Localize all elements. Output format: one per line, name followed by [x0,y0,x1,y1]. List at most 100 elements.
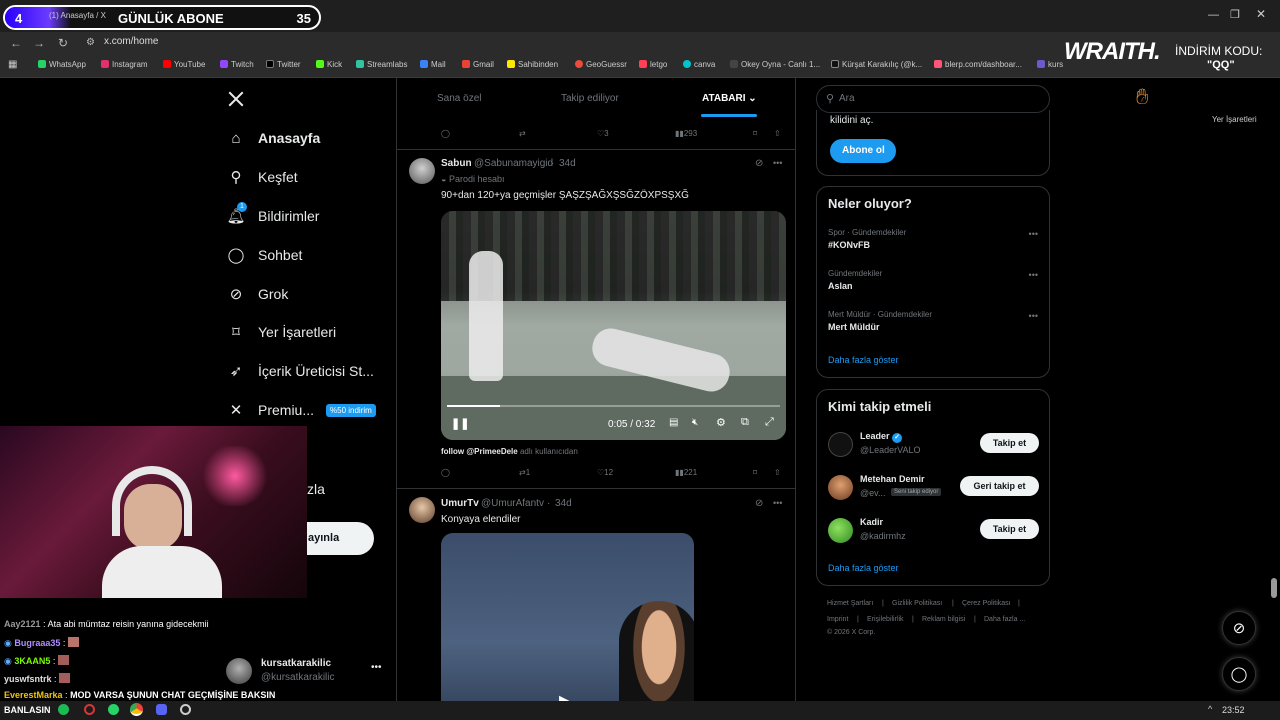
bookmark-kurs[interactable]: kurs [1037,60,1063,69]
bookmark-blerp[interactable]: blerp.com/dashboar... [934,60,1022,69]
avatar[interactable] [828,432,853,457]
bookmark-icon[interactable]: ⌑ [753,129,757,138]
subscribe-button[interactable]: Abone ol [830,139,896,163]
bookmark-youtube[interactable]: YouTube [163,60,205,69]
more-icon[interactable]: ••• [1029,311,1038,321]
more-icon[interactable]: ••• [773,158,782,168]
bookmark-whatsapp[interactable]: WhatsApp [38,60,86,69]
trend-item[interactable]: #KONvFB [828,240,870,250]
footer-link[interactable]: Daha fazla ... [984,616,1025,623]
trend-item[interactable]: Aslan [828,281,853,291]
tab-for-you[interactable]: Sana özel [437,93,481,104]
tweet-time[interactable]: 34d [555,498,572,509]
tweet-video[interactable]: ❚❚ 0:05 / 0:32 ▤ 🔇︎ ⚙ ⧉ ⤢ [441,211,786,440]
video-progress-track[interactable] [447,405,780,407]
grok-icon[interactable]: ⊘ [755,498,763,509]
more-icon[interactable]: ••• [1029,229,1038,239]
share-icon[interactable]: ⇧ [774,468,781,477]
footer-link[interactable]: Reklam bilgisi [922,616,965,623]
bookmark-geoguessr[interactable]: GeoGuessr [575,60,627,69]
bookmark-instagram[interactable]: Instagram [101,60,148,69]
footer-link[interactable]: Gizlilik Politikası [892,600,942,607]
bookmark-streamlabs[interactable]: Streamlabs [356,60,407,69]
forward-icon[interactable]: → [33,36,45,50]
spotify-icon[interactable] [58,704,69,715]
sidebar-item-notifications[interactable]: 🔔︎ 1 Bildirimler [226,202,319,227]
chat-user[interactable]: BANLASIN [4,705,51,715]
footer-link[interactable]: Hizmet Şartları [827,600,873,607]
pause-icon[interactable]: ❚❚ [451,417,469,430]
sidebar-item-home[interactable]: ⌂ Anasayfa [226,127,320,149]
bookmark-canva[interactable]: canva [683,60,715,69]
captions-icon[interactable]: ▤ [669,417,678,428]
bookmark-twitter[interactable]: Twitter [266,60,301,69]
avatar[interactable] [409,158,435,184]
maximize-icon[interactable]: ❐ [1230,8,1240,21]
trend-item[interactable]: Mert Müldür [828,322,880,332]
tweet-author-name[interactable]: Sabun [441,158,472,169]
bookmark-tiktok[interactable]: Kürşat Karakılıç (@k... [831,60,922,69]
chat-user[interactable]: yuswfsntrk [4,674,52,684]
retweet-icon[interactable]: ⇄ [519,129,526,138]
views-button[interactable]: ▮▮ 221 [675,468,697,477]
bookmark-sahibinden[interactable]: Sahibinden [507,60,558,69]
search-input[interactable]: ⚲ Ara [816,85,1050,113]
caption-link[interactable]: follow @PrimeeDele [441,447,518,456]
browser-tab-title[interactable]: (1) Anasayfa / X [49,11,106,20]
mute-icon[interactable]: 🔇︎ [692,417,698,428]
account-switcher[interactable]: kursatkarakilic @kursatkarakilic ••• [226,656,386,686]
back-icon[interactable]: ← [10,36,22,50]
show-more-link[interactable]: Daha fazla göster [828,563,899,573]
share-icon[interactable]: ⇧ [774,129,781,138]
x-logo-icon[interactable] [227,90,245,108]
site-info-icon[interactable]: ⚙ [86,37,95,48]
show-more-link[interactable]: Daha fazla göster [828,355,899,365]
avatar[interactable] [828,518,853,543]
reply-icon[interactable]: ◯ [441,468,450,477]
more-icon[interactable]: ••• [371,662,382,673]
chrome-icon[interactable] [130,703,143,716]
chat-user[interactable]: Aay2121 [4,619,41,629]
bookmark-icon[interactable]: ⌑ [753,468,757,477]
footer-link[interactable]: Erişilebilirlik [867,616,904,623]
pip-icon[interactable]: ⧉ [741,416,749,429]
messages-button[interactable]: ◯ [1222,657,1256,691]
chat-user[interactable]: 3KAAN5 [14,656,50,666]
whatsapp-icon[interactable] [108,704,119,715]
sidebar-item-creator-studio[interactable]: ➶ İçerik Üreticisi St... [226,360,374,382]
follow-button[interactable]: Takip et [980,433,1039,453]
footer-link[interactable]: Çerez Politikası [962,600,1011,607]
retweet-button[interactable]: ⇄ 1 [519,468,530,477]
sidebar-item-grok[interactable]: ⊘ Grok [226,283,289,305]
tweet-author-handle[interactable]: @Sabunamayigid [474,158,553,169]
bookmark-mail[interactable]: Mail [420,60,446,69]
reply-icon[interactable]: ◯ [441,129,450,138]
settings-icon[interactable]: ⚙ [716,416,726,429]
bookmark-twitch[interactable]: Twitch [220,60,254,69]
bookmark-letgo[interactable]: letgo [639,60,667,69]
chat-user[interactable]: EverestMarka [4,690,63,700]
close-icon[interactable]: ✕ [1256,7,1266,21]
more-icon[interactable]: ••• [773,498,782,508]
like-button[interactable]: ♡ 3 [597,129,609,138]
obs-icon[interactable] [180,704,191,715]
avatar[interactable] [828,475,853,500]
grok-icon[interactable]: ⊘ [755,158,763,169]
tweet-time[interactable]: 34d [559,158,576,169]
tab-atabari[interactable]: ATABARI ⌄ [702,93,757,104]
chat-user[interactable]: Bugraaa35 [14,638,60,648]
reload-icon[interactable]: ↻ [58,36,68,50]
suggestion-name[interactable]: Kadir [860,517,883,527]
tab-following[interactable]: Takip ediliyor [561,93,619,104]
views-button[interactable]: ▮▮ 293 [675,129,697,138]
sidebar-item-explore[interactable]: ⚲ Keşfet [226,166,298,188]
bookmark-okey[interactable]: Okey Oyna - Canlı 1... [730,60,820,69]
discord-icon[interactable] [156,704,167,715]
fullscreen-icon[interactable]: ⤢ [765,416,774,429]
suggestion-name[interactable]: Metehan Demir [860,474,925,484]
app-icon[interactable] [84,704,95,715]
more-icon[interactable]: ••• [1029,270,1038,280]
footer-link[interactable]: Imprint [827,616,848,623]
minimize-icon[interactable]: — [1208,9,1219,21]
follow-back-button[interactable]: Geri takip et [960,476,1039,496]
